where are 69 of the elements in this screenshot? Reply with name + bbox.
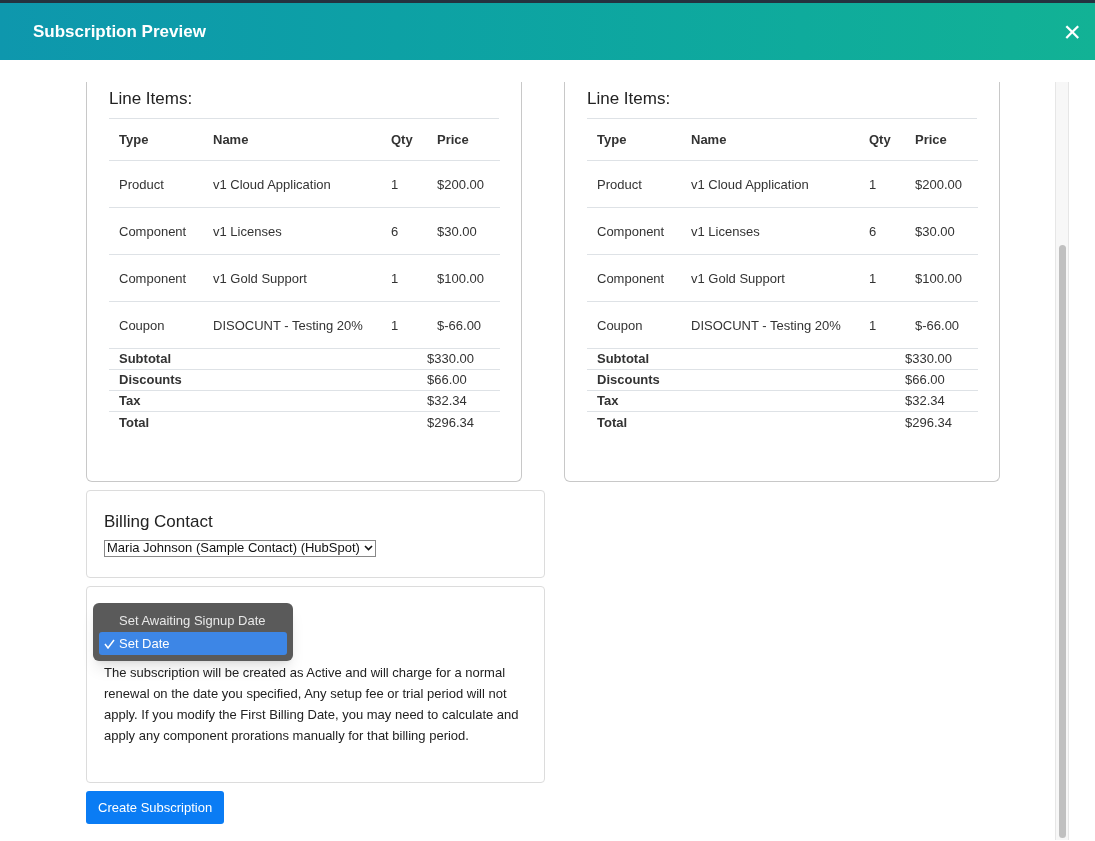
table-cell: 6: [859, 207, 905, 255]
table-cell: 1: [859, 301, 905, 349]
total-label: Total: [109, 411, 427, 433]
total-label: Subtotal: [587, 348, 905, 370]
create-subscription-button[interactable]: Create Subscription: [86, 791, 225, 824]
table-cell: DISOCUNT - Testing 20%: [681, 301, 859, 349]
total-label: Tax: [587, 390, 905, 412]
table-cell: Component: [109, 207, 203, 255]
table-cell: 1: [381, 160, 427, 208]
column-header: Name: [681, 118, 859, 161]
table-cell: Product: [109, 160, 203, 208]
table-cell: 1: [859, 160, 905, 208]
section-heading: Line Items:: [109, 86, 499, 119]
dropdown-option[interactable]: Set Date: [99, 632, 287, 655]
total-value: $66.00: [905, 369, 978, 391]
billing-date-description: The subscription will be created as Active and will charge for a normal renewal on the date you specified, Any setup fee or trial period will not apply. If you modify the First Billing Date, you may need to calculate and apply any component prorations manually for that billing period.: [104, 664, 520, 745]
total-value: $66.00: [427, 369, 500, 391]
table-cell: Product: [587, 160, 681, 208]
table-cell: v1 Gold Support: [681, 254, 859, 302]
table-cell: 1: [381, 301, 427, 349]
table-cell: Component: [109, 254, 203, 302]
dropdown-option[interactable]: Set Awaiting Signup Date: [99, 609, 287, 632]
table-cell: $30.00: [905, 207, 978, 255]
table-cell: v1 Licenses: [681, 207, 859, 255]
chevron-icon: [363, 545, 373, 551]
table-cell: $30.00: [427, 207, 500, 255]
table-cell: $200.00: [905, 160, 978, 208]
table-cell: v1 Gold Support: [203, 254, 381, 302]
table-cell: $200.00: [427, 160, 500, 208]
total-label: Discounts: [587, 369, 905, 391]
checkmark-icon: [103, 638, 115, 649]
table-cell: Component: [587, 207, 681, 255]
total-value: $296.34: [427, 411, 500, 433]
total-value: $330.00: [427, 348, 500, 370]
table-cell: $100.00: [905, 254, 978, 302]
section-heading: Billing Contact: [104, 511, 214, 533]
table-cell: $-66.00: [427, 301, 500, 349]
table-cell: v1 Cloud Application: [203, 160, 381, 208]
scrollbar[interactable]: [1055, 82, 1069, 840]
table-cell: $100.00: [427, 254, 500, 302]
table-cell: Coupon: [109, 301, 203, 349]
close-button[interactable]: ×: [1059, 16, 1085, 47]
table-cell: DISOCUNT - Testing 20%: [203, 301, 381, 349]
table-cell: Coupon: [587, 301, 681, 349]
section-heading: Line Items:: [587, 86, 977, 119]
column-header: Type: [109, 118, 203, 161]
contact-select[interactable]: Maria Johnson (Sample Contact) (HubSpot): [104, 539, 376, 557]
column-header: Type: [587, 118, 681, 161]
total-label: Discounts: [109, 369, 427, 391]
column-header: Price: [427, 118, 500, 161]
total-label: Total: [587, 411, 905, 433]
table-cell: Component: [587, 254, 681, 302]
column-header: Qty: [381, 118, 427, 161]
total-value: $32.34: [427, 390, 500, 412]
table-cell: v1 Licenses: [203, 207, 381, 255]
dialog-title: Subscription Preview: [33, 20, 206, 43]
table-cell: 1: [381, 254, 427, 302]
column-header: Price: [905, 118, 978, 161]
column-header: Qty: [859, 118, 905, 161]
total-label: Subtotal: [109, 348, 427, 370]
table-cell: 6: [381, 207, 427, 255]
total-value: $330.00: [905, 348, 978, 370]
table-cell: v1 Cloud Application: [681, 160, 859, 208]
total-value: $296.34: [905, 411, 978, 433]
table-cell: 1: [859, 254, 905, 302]
total-label: Tax: [109, 390, 427, 412]
column-header: Name: [203, 118, 381, 161]
total-value: $32.34: [905, 390, 978, 412]
table-cell: $-66.00: [905, 301, 978, 349]
